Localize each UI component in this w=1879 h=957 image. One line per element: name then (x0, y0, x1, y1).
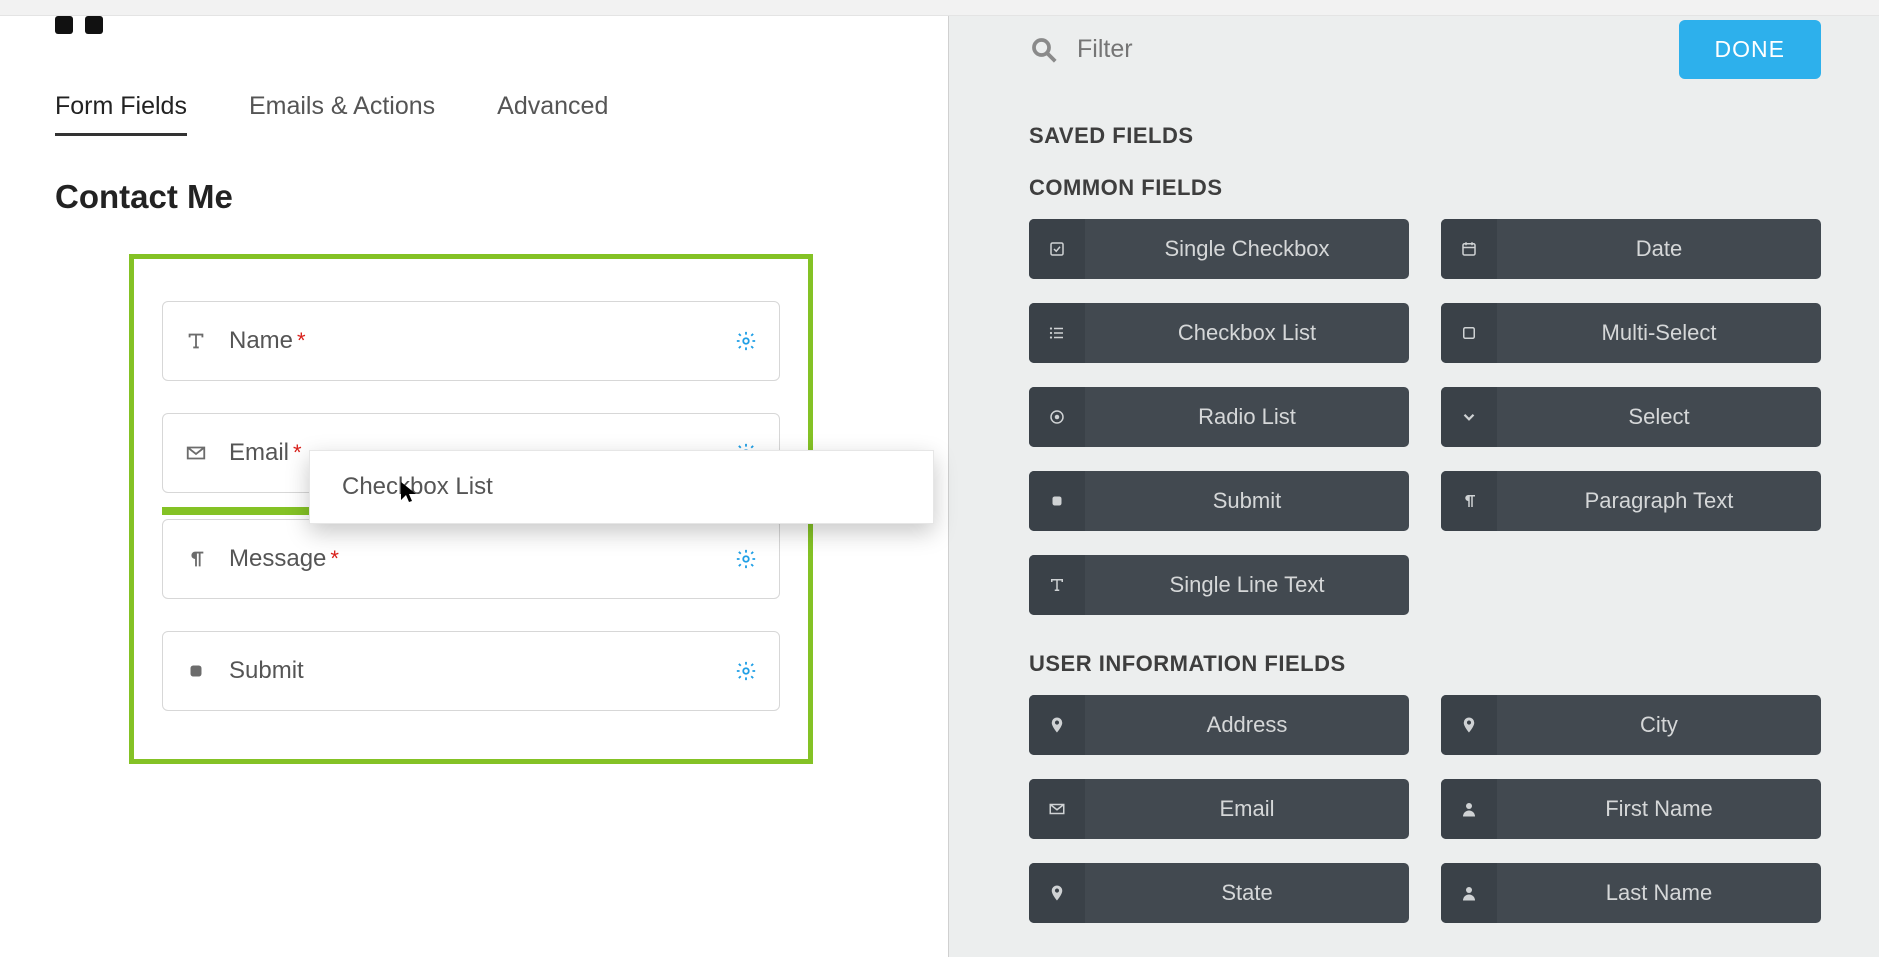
field-type-submit[interactable]: Submit (1029, 471, 1409, 531)
right-panel: DONE SAVED FIELDS COMMON FIELDS Single Che… (948, 16, 1879, 957)
user-icon (1460, 800, 1478, 818)
field-type-radio-list[interactable]: Radio List (1029, 387, 1409, 447)
field-grid: Single Checkbox Date Checkbox List Multi-Se… (1029, 219, 1821, 615)
field-type-label: Checkbox List (1085, 320, 1409, 346)
chevron-down-icon (1460, 408, 1478, 426)
field-type-address[interactable]: Address (1029, 695, 1409, 755)
text-icon (1048, 576, 1066, 594)
filter-input[interactable] (1077, 35, 1661, 64)
envelope-icon (1048, 800, 1066, 818)
section-saved-fields: SAVED FIELDS (1029, 123, 1821, 149)
pin-icon (1048, 716, 1066, 734)
cursor-icon (397, 480, 421, 504)
field-type-email[interactable]: Email (1029, 779, 1409, 839)
field-type-label: Multi-Select (1497, 320, 1821, 346)
square-icon (185, 660, 207, 682)
required-star: * (330, 546, 339, 572)
field-type-label: Date (1497, 236, 1821, 262)
form-field-name[interactable]: Name* (162, 301, 780, 381)
field-label: Message (229, 545, 326, 573)
form-title: Contact Me (55, 178, 948, 216)
text-icon (185, 330, 207, 352)
field-type-label: City (1497, 712, 1821, 738)
paragraph-icon (1460, 492, 1478, 510)
field-type-label: Single Line Text (1085, 572, 1409, 598)
field-type-select[interactable]: Select (1441, 387, 1821, 447)
field-type-label: Radio List (1085, 404, 1409, 430)
calendar-icon (1460, 240, 1478, 258)
required-star: * (293, 440, 302, 466)
gear-icon[interactable] (735, 548, 757, 570)
square-icon (1048, 492, 1066, 510)
field-type-single-line-text[interactable]: Single Line Text (1029, 555, 1409, 615)
gear-icon (735, 660, 757, 682)
field-label: Submit (229, 657, 304, 685)
field-label: Email (229, 439, 289, 467)
tab-emails-actions[interactable]: Emails & Actions (249, 92, 435, 136)
gear-icon[interactable] (735, 330, 757, 352)
field-type-label: State (1085, 880, 1409, 906)
section-common-fields: COMMON FIELDS (1029, 175, 1821, 201)
pin-icon (1048, 884, 1066, 902)
field-type-single-checkbox[interactable]: Single Checkbox (1029, 219, 1409, 279)
field-label: Name (229, 327, 293, 355)
field-grid: Address City Email First Name State Last Name (1029, 695, 1821, 923)
search-icon (1029, 35, 1059, 65)
tab-form-fields[interactable]: Form Fields (55, 92, 187, 136)
section-user-information-fields: USER INFORMATION FIELDS (1029, 651, 1821, 677)
field-type-last-name[interactable]: Last Name (1441, 863, 1821, 923)
field-type-label: Select (1497, 404, 1821, 430)
field-type-city[interactable]: City (1441, 695, 1821, 755)
gear-icon[interactable] (735, 660, 757, 682)
field-type-label: Email (1085, 796, 1409, 822)
field-type-date[interactable]: Date (1441, 219, 1821, 279)
gear-icon (735, 330, 757, 352)
field-type-label: First Name (1497, 796, 1821, 822)
field-type-label: Paragraph Text (1497, 488, 1821, 514)
square-o-icon (1460, 324, 1478, 342)
form-field-submit[interactable]: Submit (162, 631, 780, 711)
list-icon (1048, 324, 1066, 342)
gear-icon (735, 548, 757, 570)
required-star: * (297, 328, 306, 354)
pin-icon (1460, 716, 1478, 734)
tab-advanced[interactable]: Advanced (497, 92, 608, 136)
done-button[interactable]: DONE (1679, 20, 1821, 79)
field-type-label: Single Checkbox (1085, 236, 1409, 262)
logo-stub (55, 16, 165, 34)
field-type-first-name[interactable]: First Name (1441, 779, 1821, 839)
check-square-icon (1048, 240, 1066, 258)
form-field-message[interactable]: Message* (162, 519, 780, 599)
field-type-state[interactable]: State (1029, 863, 1409, 923)
right-header: DONE (1029, 16, 1821, 109)
field-type-checkbox-list[interactable]: Checkbox List (1029, 303, 1409, 363)
top-tabs: Form Fields Emails & Actions Advanced (55, 92, 948, 136)
drop-indicator (162, 507, 315, 515)
field-type-label: Address (1085, 712, 1409, 738)
field-type-label: Submit (1085, 488, 1409, 514)
user-icon (1460, 884, 1478, 902)
paragraph-icon (185, 548, 207, 570)
field-type-label: Last Name (1497, 880, 1821, 906)
envelope-icon (185, 442, 207, 464)
field-type-multi-select[interactable]: Multi-Select (1441, 303, 1821, 363)
radio-icon (1048, 408, 1066, 426)
field-type-paragraph-text[interactable]: Paragraph Text (1441, 471, 1821, 531)
